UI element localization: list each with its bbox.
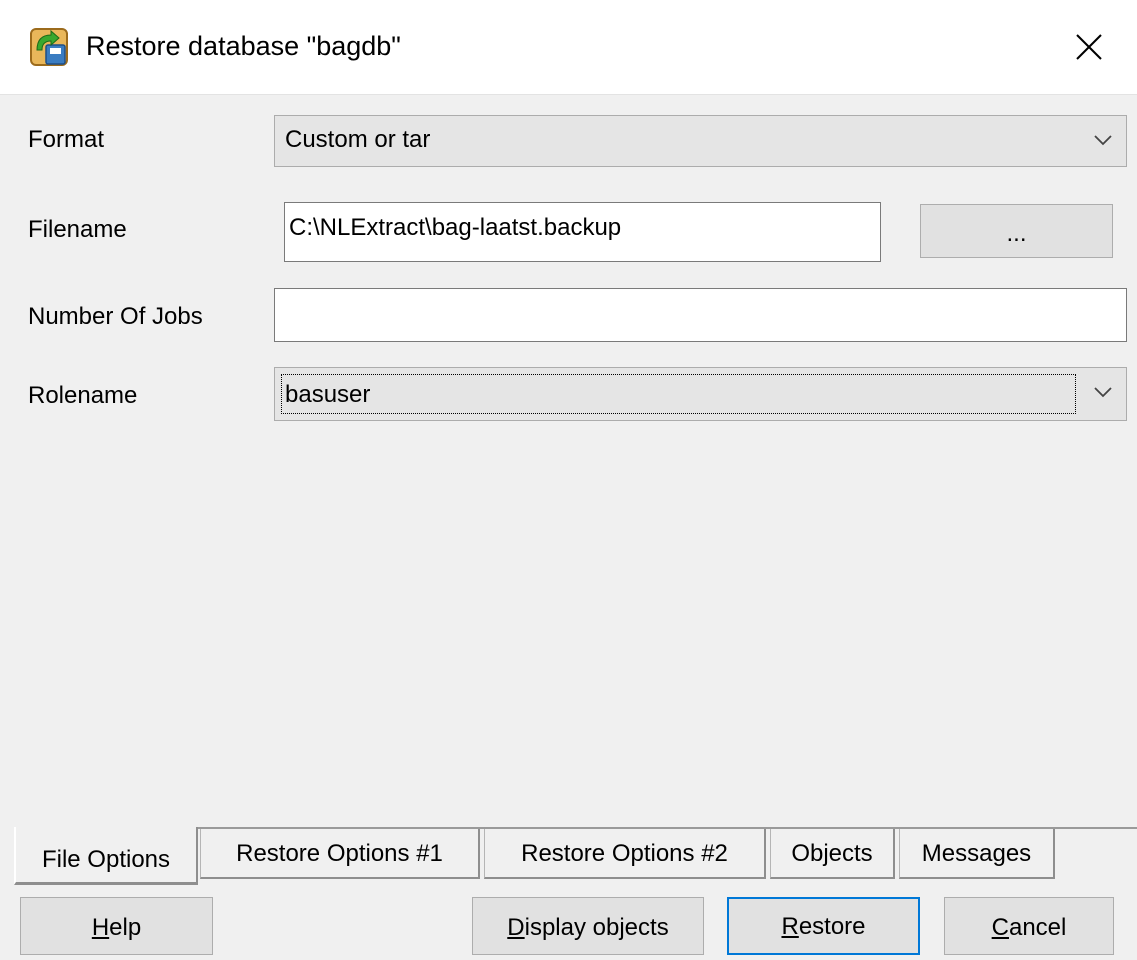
tab-label: Messages xyxy=(921,840,1032,867)
jobs-label: Number Of Jobs xyxy=(28,303,203,330)
restore-button[interactable]: Restore xyxy=(727,897,920,955)
tab-objects[interactable]: Objects xyxy=(770,829,895,879)
focus-indicator xyxy=(281,374,1076,414)
display-accel: D xyxy=(507,914,525,941)
rolename-label: Rolename xyxy=(28,382,138,409)
rolename-value: basuser xyxy=(285,381,371,408)
tab-restore-options-2[interactable]: Restore Options #2 xyxy=(484,829,766,879)
filename-input[interactable]: C:\NLExtract\bag-laatst.backup xyxy=(284,202,881,262)
tab-label: File Options xyxy=(41,846,171,873)
tab-label: Restore Options #2 xyxy=(521,840,728,867)
chevron-down-icon xyxy=(1094,135,1112,146)
tab-restore-options-1[interactable]: Restore Options #1 xyxy=(200,829,480,879)
tab-label: Objects xyxy=(791,840,873,867)
browse-button[interactable]: ... xyxy=(920,204,1113,258)
cancel-accel: C xyxy=(991,914,1009,941)
jobs-input[interactable] xyxy=(274,288,1127,342)
display-objects-button[interactable]: Display objects xyxy=(472,897,704,955)
format-label: Format xyxy=(28,126,105,153)
cancel-label: ancel xyxy=(1008,914,1067,941)
window-title: Restore database "bagdb" xyxy=(86,31,401,61)
tab-label: Restore Options #1 xyxy=(236,840,443,867)
restore-accel: R xyxy=(781,913,799,940)
rolename-select[interactable]: basuser xyxy=(274,367,1127,421)
filename-value: C:\NLExtract\bag-laatst.backup xyxy=(289,214,622,241)
restore-database-icon xyxy=(30,28,68,66)
help-button[interactable]: Help xyxy=(20,897,213,955)
close-button[interactable] xyxy=(1041,0,1137,94)
format-value: Custom or tar xyxy=(285,126,431,153)
display-label: isplay objects xyxy=(524,914,669,941)
help-label: elp xyxy=(109,914,142,941)
tab-messages[interactable]: Messages xyxy=(899,829,1055,879)
restore-label: estore xyxy=(798,913,866,940)
close-icon xyxy=(1076,34,1102,60)
chevron-down-icon xyxy=(1094,387,1112,398)
title-bar: Restore database "bagdb" xyxy=(0,0,1137,95)
filename-label: Filename xyxy=(28,216,127,243)
tab-file-options[interactable]: File Options xyxy=(14,827,198,885)
help-accel: H xyxy=(91,914,110,941)
format-select[interactable]: Custom or tar xyxy=(274,115,1127,167)
browse-button-label: ... xyxy=(1006,220,1027,247)
cancel-button[interactable]: Cancel xyxy=(944,897,1114,955)
